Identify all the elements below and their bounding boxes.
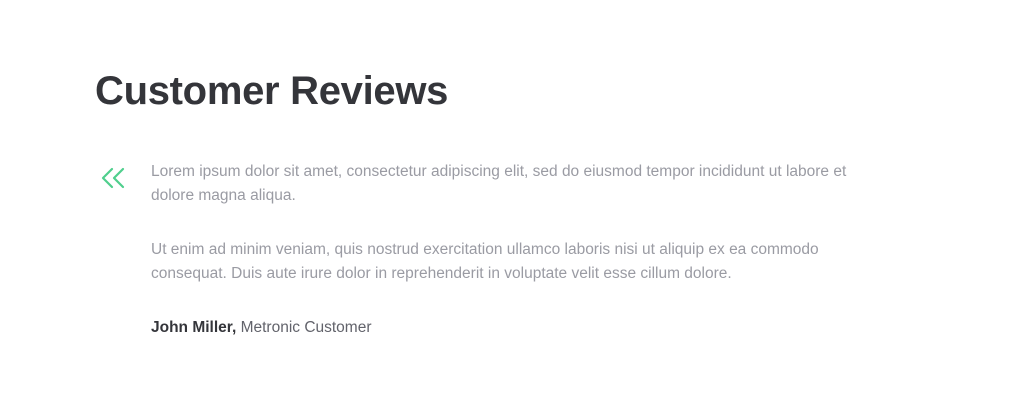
review-author: John Miller, Metronic Customer (151, 316, 851, 340)
double-chevron-left-icon (101, 166, 127, 190)
page-title: Customer Reviews (95, 69, 449, 113)
review-body: Lorem ipsum dolor sit amet, consectetur … (151, 160, 851, 340)
author-name: John Miller, (151, 319, 237, 336)
review-paragraph: Ut enim ad minim veniam, quis nostrud ex… (151, 241, 819, 282)
review-paragraph: Lorem ipsum dolor sit amet, consectetur … (151, 163, 847, 204)
author-role: Metronic Customer (236, 319, 372, 336)
